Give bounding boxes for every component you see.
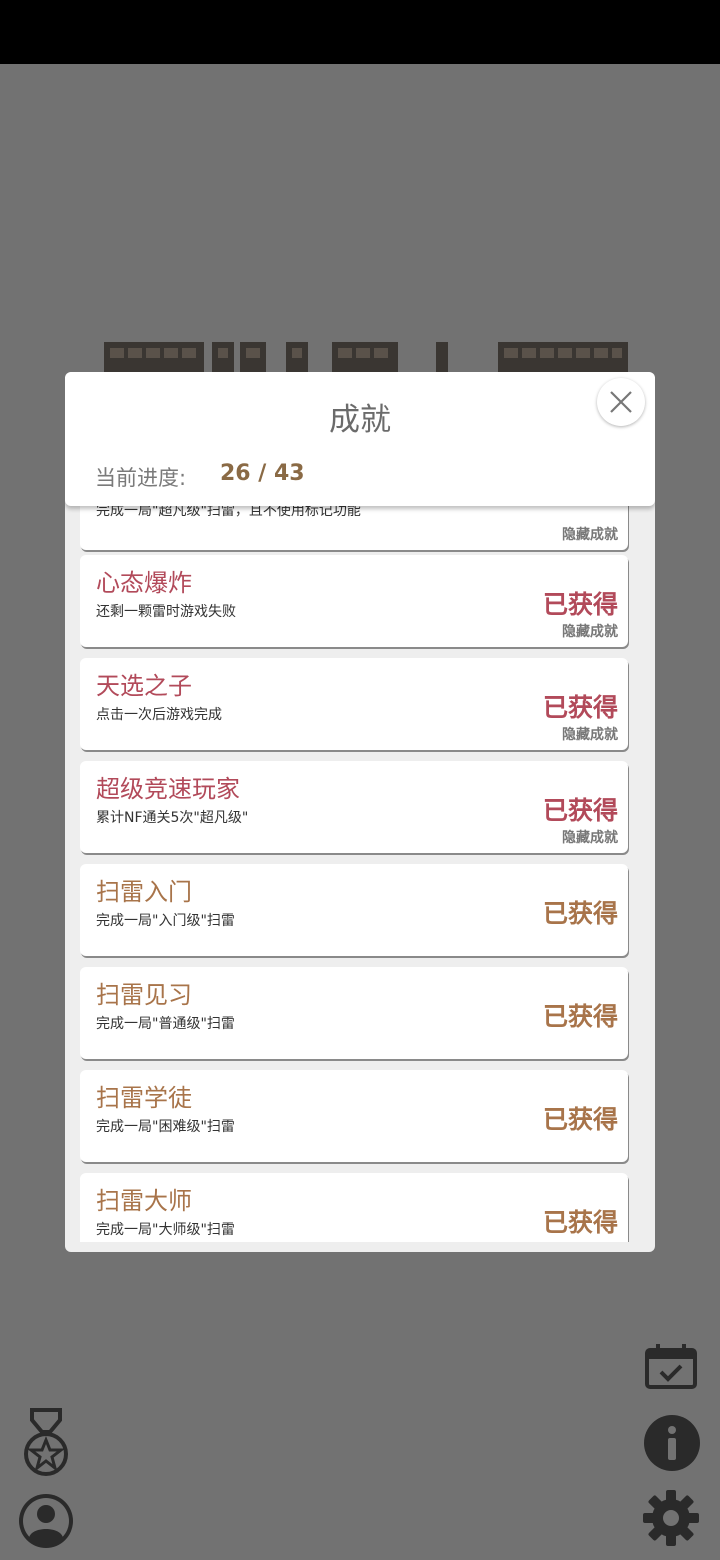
achievements-button[interactable]: [20, 1408, 72, 1482]
gear-icon: [643, 1490, 699, 1546]
achievement-desc: 完成一局"普通级"扫雷: [96, 1016, 235, 1032]
achievement-name: 扫雷学徒: [96, 1084, 192, 1112]
info-button[interactable]: [643, 1414, 701, 1476]
dialog-title: 成就: [329, 402, 391, 438]
achievement-card: 心态爆炸 还剩一颗雷时游戏失败 已获得 隐藏成就: [80, 555, 628, 647]
user-avatar-icon: [19, 1494, 73, 1548]
daily-challenge-button[interactable]: [644, 1342, 698, 1394]
achievement-desc: 完成一局"超凡级"扫雷，且不使用标记功能: [96, 506, 361, 519]
progress-value: 26 / 43: [220, 461, 305, 486]
achievement-status: 已获得: [542, 899, 618, 928]
achievement-name: 心态爆炸: [96, 569, 192, 597]
progress-label: 当前进度:: [95, 466, 187, 490]
achievement-tag: 隐藏成就: [562, 624, 618, 640]
status-bar: [0, 0, 720, 64]
close-icon: [610, 391, 632, 413]
calendar-check-icon: [645, 1344, 697, 1389]
settings-button[interactable]: [641, 1488, 701, 1552]
achievement-card: 天选之子 点击一次后游戏完成 已获得 隐藏成就: [80, 658, 628, 750]
info-icon: [644, 1415, 700, 1471]
achievement-desc: 还剩一颗雷时游戏失败: [96, 604, 236, 620]
achievement-name: 天选之子: [96, 672, 192, 700]
achievement-name: 扫雷入门: [96, 878, 192, 906]
achievement-desc: 累计NF通关5次"超凡级": [96, 810, 249, 826]
achievement-card: 完成一局"超凡级"扫雷，且不使用标记功能 隐藏成就: [80, 506, 628, 550]
achievement-card: 扫雷见习 完成一局"普通级"扫雷 已获得: [80, 967, 628, 1059]
achievement-desc: 完成一局"困难级"扫雷: [96, 1119, 235, 1135]
achievement-name: 扫雷大师: [96, 1187, 192, 1215]
achievements-dialog: 成就 当前进度: 26 / 43 完成一局"超凡级"扫雷，且不使用标记功能 隐藏…: [65, 372, 655, 1252]
achievement-status: 已获得: [542, 1105, 618, 1134]
dialog-header: 成就 当前进度: 26 / 43: [65, 372, 655, 506]
achievement-status: 已获得: [542, 693, 618, 722]
medal-star-icon: [24, 1408, 68, 1476]
achievement-desc: 完成一局"入门级"扫雷: [96, 913, 235, 929]
achievement-status: 已获得: [542, 796, 618, 825]
achievement-status: 已获得: [542, 1208, 618, 1237]
achievement-card: 超级竞速玩家 累计NF通关5次"超凡级" 已获得 隐藏成就: [80, 761, 628, 853]
achievement-tag: 隐藏成就: [562, 527, 618, 543]
achievement-status: 已获得: [542, 1002, 618, 1031]
achievement-card: 扫雷大师 完成一局"大师级"扫雷 已获得: [80, 1173, 628, 1242]
close-button[interactable]: [597, 378, 645, 426]
profile-button[interactable]: [17, 1492, 75, 1554]
achievement-tag: 隐藏成就: [562, 727, 618, 743]
achievement-list[interactable]: 完成一局"超凡级"扫雷，且不使用标记功能 隐藏成就 心态爆炸 还剩一颗雷时游戏失…: [80, 506, 644, 1242]
achievement-card: 扫雷入门 完成一局"入门级"扫雷 已获得: [80, 864, 628, 956]
achievement-name: 扫雷见习: [96, 981, 192, 1009]
achievement-card: 扫雷学徒 完成一局"困难级"扫雷 已获得: [80, 1070, 628, 1162]
achievement-name: 超级竞速玩家: [96, 775, 240, 803]
achievement-status: 已获得: [542, 590, 618, 619]
achievement-tag: 隐藏成就: [562, 830, 618, 846]
achievement-desc: 完成一局"大师级"扫雷: [96, 1222, 235, 1238]
achievement-desc: 点击一次后游戏完成: [96, 707, 222, 723]
